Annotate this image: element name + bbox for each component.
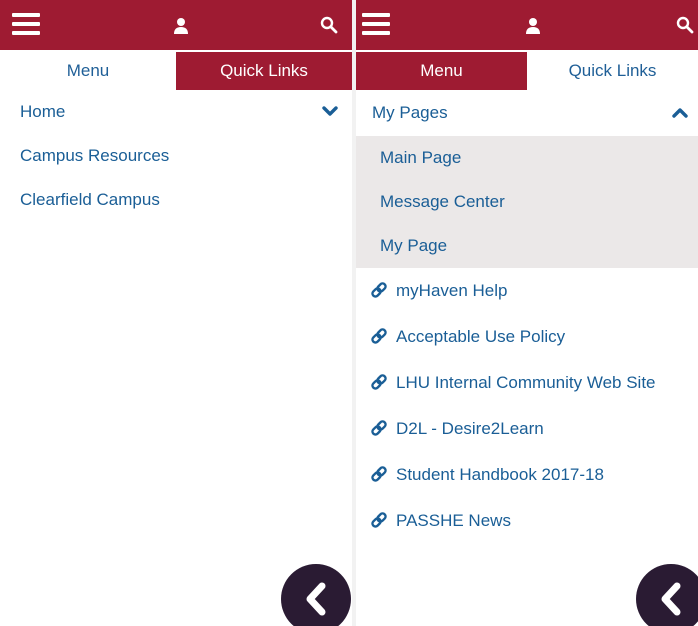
back-button[interactable]	[636, 564, 698, 626]
chevron-up-icon[interactable]	[672, 105, 688, 121]
section-label: My Pages	[372, 103, 448, 122]
top-bar	[356, 0, 698, 50]
link-icon	[371, 328, 387, 344]
link-icon	[371, 282, 387, 298]
section-my-pages[interactable]: My Pages	[356, 90, 698, 136]
tab-bar: Menu Quick Links	[0, 52, 352, 90]
link-icon	[371, 420, 387, 436]
nav-item-label: Home	[20, 102, 66, 121]
search-icon[interactable]	[676, 16, 694, 34]
link-label: PASSHE News	[396, 511, 511, 530]
submenu-item-main-page[interactable]: Main Page	[356, 136, 698, 180]
tab-quick-links[interactable]: Quick Links	[527, 52, 698, 90]
back-button[interactable]	[281, 564, 351, 626]
nav-item-home[interactable]: Home	[0, 90, 352, 134]
user-icon[interactable]	[172, 17, 190, 35]
nav-list: Home Campus Resources Clearfield Campus	[0, 90, 352, 222]
user-icon[interactable]	[524, 17, 542, 35]
submenu-item-message-center[interactable]: Message Center	[356, 180, 698, 224]
nav-item-label: Clearfield Campus	[20, 190, 160, 209]
link-label: LHU Internal Community Web Site	[396, 373, 656, 392]
link-icon	[371, 374, 387, 390]
nav-item-campus-resources[interactable]: Campus Resources	[0, 134, 352, 178]
my-pages-submenu: Main Page Message Center My Page	[356, 136, 698, 268]
chevron-left-icon	[661, 582, 681, 616]
quick-link-passhe-news[interactable]: PASSHE News	[356, 498, 698, 544]
chevron-left-icon	[306, 582, 326, 616]
quick-link-myhaven-help[interactable]: myHaven Help	[356, 268, 698, 314]
nav-list: My Pages Main Page Message Center My Pag…	[356, 90, 698, 544]
chevron-down-icon[interactable]	[322, 104, 338, 120]
nav-item-label: Campus Resources	[20, 146, 170, 165]
link-label: D2L - Desire2Learn	[396, 419, 544, 438]
link-icon	[371, 466, 387, 482]
quick-link-acceptable-use-policy[interactable]: Acceptable Use Policy	[356, 314, 698, 360]
hamburger-menu-icon[interactable]	[12, 13, 40, 35]
nav-item-clearfield-campus[interactable]: Clearfield Campus	[0, 178, 352, 222]
tab-quick-links[interactable]: Quick Links	[176, 52, 352, 90]
submenu-item-my-page[interactable]: My Page	[356, 224, 698, 268]
left-panel: Menu Quick Links Home Campus Resources C…	[0, 0, 352, 626]
tab-menu[interactable]: Menu	[0, 52, 176, 90]
link-label: Acceptable Use Policy	[396, 327, 566, 346]
quick-link-d2l[interactable]: D2L - Desire2Learn	[356, 406, 698, 452]
link-label: myHaven Help	[396, 281, 508, 300]
hamburger-menu-icon[interactable]	[362, 13, 390, 35]
quick-link-lhu-internal-community[interactable]: LHU Internal Community Web Site	[356, 360, 698, 406]
quick-link-student-handbook[interactable]: Student Handbook 2017-18	[356, 452, 698, 498]
link-label: Student Handbook 2017-18	[396, 465, 604, 484]
tab-bar: Menu Quick Links	[356, 52, 698, 90]
top-bar	[0, 0, 352, 50]
search-icon[interactable]	[320, 16, 338, 34]
right-panel: Menu Quick Links My Pages Main Page Mess…	[356, 0, 698, 626]
tab-menu[interactable]: Menu	[356, 52, 527, 90]
link-icon	[371, 512, 387, 528]
